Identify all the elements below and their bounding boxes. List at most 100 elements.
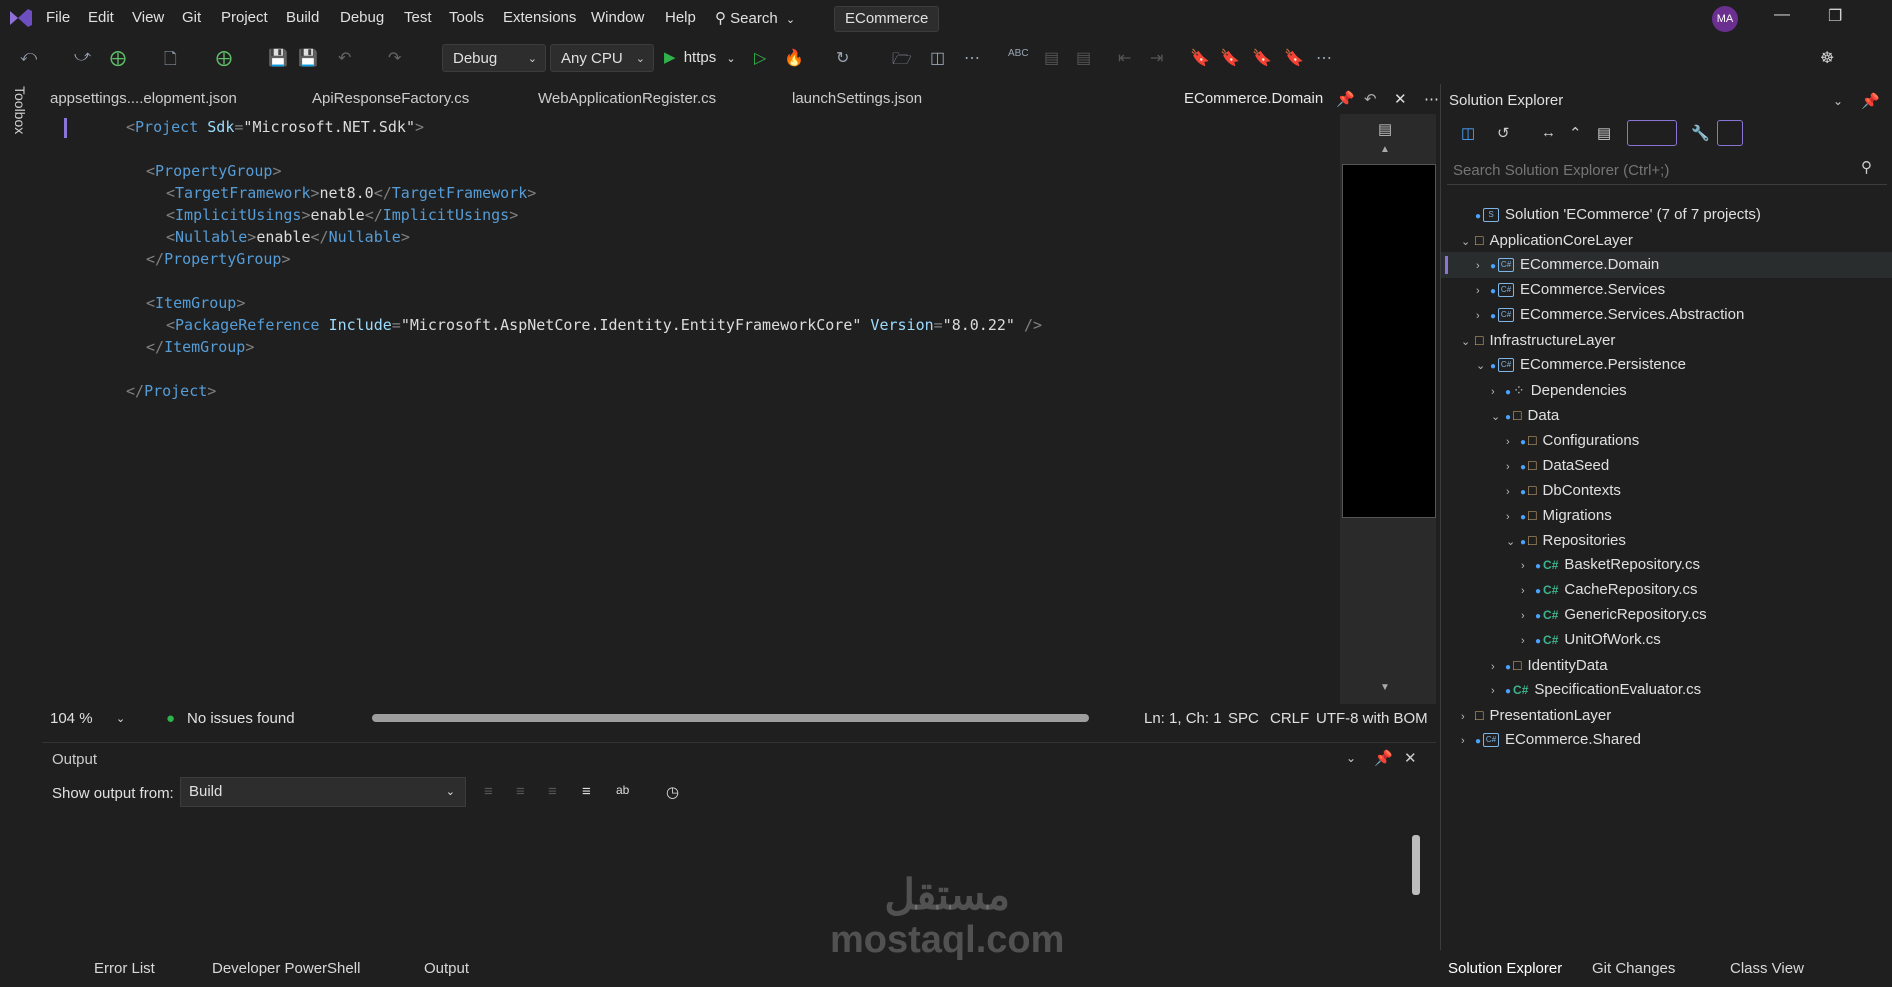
menu-debug[interactable]: Debug <box>340 9 384 26</box>
tab-ecommerce-domain[interactable]: ECommerce.Domain 📌 ↶ ✕ ⋯ ⚙ <box>1174 84 1478 114</box>
output-scrollbar[interactable] <box>1412 835 1420 895</box>
tree-item[interactable]: › ● □ DbContexts <box>1441 477 1892 503</box>
tree-item[interactable]: ⌄ ● □ Repositories <box>1441 527 1892 553</box>
chevron-right-icon[interactable]: › <box>1476 278 1490 304</box>
switch-views-icon[interactable]: ◫ <box>1461 124 1475 142</box>
save-all-icon[interactable]: 💾 <box>298 48 318 68</box>
new-project-icon[interactable]: ⨁ <box>110 48 126 68</box>
tree-item[interactable]: ⌄ ● □ Data <box>1441 402 1892 428</box>
tab-solution-explorer[interactable]: Solution Explorer <box>1448 960 1562 977</box>
undo-icon[interactable]: ↶ <box>338 48 351 68</box>
solution-search[interactable]: ⚲ <box>1447 154 1887 185</box>
spellcheck-icon[interactable]: ABC <box>1008 48 1029 59</box>
chevron-right-icon[interactable]: › <box>1491 678 1505 704</box>
tab-output[interactable]: Output <box>424 960 469 977</box>
tree-item[interactable]: ⌄ □ ApplicationCoreLayer <box>1441 227 1892 253</box>
tab-webapplicationregister[interactable]: WebApplicationRegister.cs <box>538 90 716 107</box>
find-message-icon[interactable]: ≡ <box>484 783 493 800</box>
uncomment-icon[interactable]: ▤ <box>1076 48 1091 68</box>
chevron-right-icon[interactable]: › <box>1521 553 1535 579</box>
toolbox-strip[interactable]: Toolbox <box>0 80 38 987</box>
pin-icon[interactable]: 📌 <box>1374 749 1393 767</box>
chevron-right-icon[interactable]: › <box>1521 603 1535 629</box>
chevron-right-icon[interactable]: › <box>1521 578 1535 604</box>
avatar[interactable]: MA <box>1712 6 1738 32</box>
horizontal-scrollbar[interactable] <box>372 714 1089 722</box>
prev-message-icon[interactable]: ≡ <box>516 783 525 800</box>
menu-test[interactable]: Test <box>404 9 432 26</box>
forward-icon[interactable]: ⤻ <box>74 48 91 66</box>
tab-launchsettings[interactable]: launchSettings.json <box>792 90 922 107</box>
issues-status[interactable]: No issues found <box>187 710 295 727</box>
chevron-down-icon[interactable]: ⌄ <box>116 712 125 725</box>
menu-edit[interactable]: Edit <box>88 9 114 26</box>
tab-appsettings[interactable]: appsettings....elopment.json <box>50 90 237 107</box>
tree-item[interactable]: › ● □ IdentityData <box>1441 652 1892 678</box>
pin-icon[interactable]: 📌 <box>1861 92 1880 110</box>
tree-item[interactable]: › ● C# UnitOfWork.cs <box>1441 627 1892 653</box>
history-icon[interactable]: ↺ <box>1497 124 1510 142</box>
tree-item[interactable]: › ● C# CacheRepository.cs <box>1441 577 1892 603</box>
tree-item[interactable]: ⌄ □ InfrastructureLayer <box>1441 327 1892 353</box>
refresh-icon[interactable]: ↻ <box>836 48 849 68</box>
redo-icon[interactable]: ↷ <box>388 48 401 68</box>
chevron-right-icon[interactable]: › <box>1461 728 1475 754</box>
menu-build[interactable]: Build <box>286 9 319 26</box>
file-encoding[interactable]: UTF-8 with BOM <box>1316 710 1428 727</box>
clear-all-icon[interactable]: ≡ <box>582 783 591 800</box>
overflow-icon[interactable]: ⋯ <box>1316 48 1332 68</box>
menu-help[interactable]: Help <box>665 9 696 26</box>
tree-item[interactable]: › ● ⁘ Dependencies <box>1441 377 1892 403</box>
tree-item[interactable]: › ● C# ECommerce.Services.Abstraction <box>1441 302 1892 328</box>
platform-dropdown[interactable]: Any CPU ⌄ <box>550 44 654 72</box>
outdent-icon[interactable]: ⇤ <box>1118 48 1131 68</box>
pin-icon[interactable]: 📌 <box>1336 90 1355 108</box>
output-source-dropdown[interactable]: Build ⌄ <box>180 777 466 807</box>
tab-git-changes[interactable]: Git Changes <box>1592 960 1675 977</box>
overflow-icon[interactable]: ⋯ <box>964 48 980 68</box>
copilot-icon[interactable]: ☸ <box>1820 48 1834 68</box>
undo-tab-icon[interactable]: ↶ <box>1364 90 1377 108</box>
new-file-icon[interactable]: 🗋 <box>164 48 177 75</box>
visual-studio-logo-icon[interactable] <box>8 7 34 29</box>
add-item-icon[interactable]: ⨁ <box>216 48 232 68</box>
chevron-right-icon[interactable]: › <box>1476 253 1490 279</box>
chevron-down-icon[interactable]: ⌄ <box>1833 94 1843 108</box>
clock-icon[interactable]: ◷ <box>666 783 679 801</box>
indent-icon[interactable]: ⇥ <box>1150 48 1163 68</box>
line-ending[interactable]: CRLF <box>1270 710 1309 727</box>
word-wrap-icon[interactable]: ab <box>616 783 629 797</box>
chevron-right-icon[interactable]: › <box>1521 628 1535 654</box>
tree-item[interactable]: › ● □ Configurations <box>1441 427 1892 453</box>
back-icon[interactable]: ⤺ <box>20 48 37 66</box>
next-message-icon[interactable]: ≡ <box>548 783 557 800</box>
solution-search-input[interactable] <box>1451 158 1855 182</box>
tree-item[interactable]: › ● C# BasketRepository.cs <box>1441 552 1892 578</box>
tree-item[interactable]: › □ PresentationLayer <box>1441 702 1892 728</box>
cursor-position[interactable]: Ln: 1, Ch: 1 <box>1144 710 1222 727</box>
menu-project[interactable]: Project <box>221 9 268 26</box>
tab-developer-powershell[interactable]: Developer PowerShell <box>212 960 360 977</box>
zoom-level[interactable]: 104 % <box>50 710 93 727</box>
menu-git[interactable]: Git <box>182 9 201 26</box>
minimap[interactable]: ▤ ▲ ▼ <box>1340 114 1436 704</box>
minimize-icon[interactable]: — <box>1774 6 1790 24</box>
tab-error-list[interactable]: Error List <box>94 960 155 977</box>
show-all-files-icon[interactable]: ▤ <box>1597 124 1611 142</box>
properties-icon[interactable]: 🔧 <box>1691 124 1710 142</box>
chevron-right-icon[interactable]: › <box>1476 303 1490 329</box>
minimap-viewport[interactable] <box>1342 164 1436 518</box>
menu-extensions[interactable]: Extensions <box>503 9 576 26</box>
tree-item[interactable]: ● S Solution 'ECommerce' (7 of 7 projects) <box>1441 202 1892 228</box>
tree-item[interactable]: › ● C# SpecificationEvaluator.cs <box>1441 677 1892 703</box>
close-icon[interactable]: ✕ <box>1394 90 1407 108</box>
run-button[interactable]: ▶ https ⌄ <box>664 44 736 72</box>
clear-bookmarks-icon[interactable]: 🔖 <box>1284 48 1304 68</box>
tree-item[interactable]: › ● C# ECommerce.Domain <box>1441 252 1892 278</box>
prev-bookmark-icon[interactable]: 🔖 <box>1220 48 1240 68</box>
tree-item[interactable]: › ● C# ECommerce.Shared <box>1441 727 1892 753</box>
chevron-down-icon[interactable]: ⌄ <box>1346 751 1356 765</box>
next-bookmark-icon[interactable]: 🔖 <box>1252 48 1272 68</box>
configuration-dropdown[interactable]: Debug ⌄ <box>442 44 546 72</box>
menu-view[interactable]: View <box>132 9 164 26</box>
